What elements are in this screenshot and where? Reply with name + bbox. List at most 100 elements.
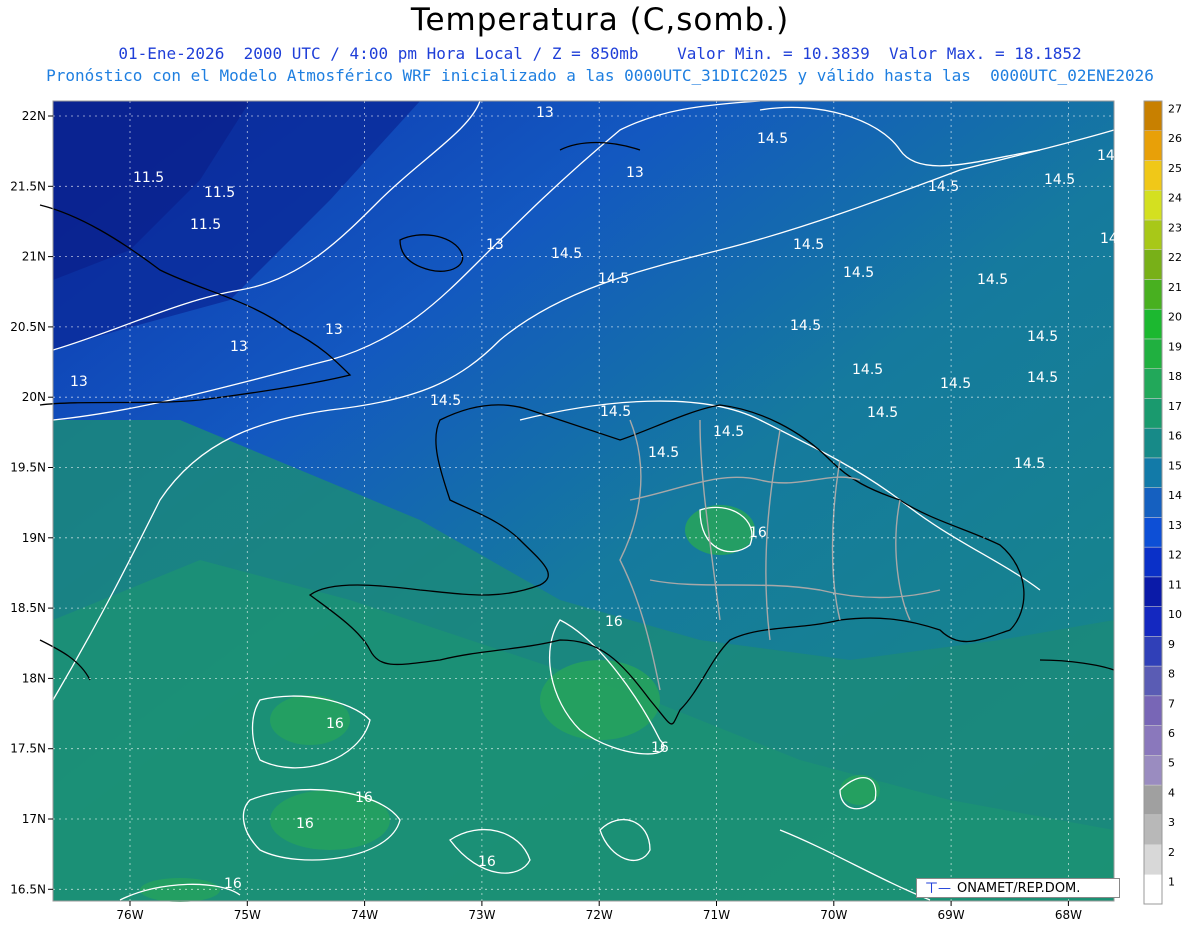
longitude-axis: 76W 75W 74W 73W 72W 71W 70W 69W 68W — [116, 901, 1082, 922]
colorbar-label: 5 — [1168, 757, 1175, 770]
latitude-axis: 22N 21.5N 21N 20.5N 20N 19.5N 19N 18.5N 18N 17.5N… — [10, 109, 53, 896]
lon-tick-label: 75W — [234, 908, 261, 922]
contour-label: 14.5 — [852, 362, 883, 378]
colorbar-label: 15 — [1168, 459, 1182, 472]
colorbar-cell — [1143, 665, 1163, 697]
colorbar-label: 18 — [1168, 370, 1182, 383]
warm-patch — [540, 660, 660, 740]
colorbar-cell — [1143, 219, 1163, 250]
colorbar-label: 24 — [1168, 192, 1182, 205]
colorbar-label: 9 — [1168, 638, 1175, 651]
colorbar-label: 12 — [1168, 549, 1182, 562]
contour-label: 13 — [230, 339, 248, 355]
lon-tick-label: 69W — [938, 908, 965, 922]
contour-label: 14.5 — [600, 404, 631, 420]
colorbar-cell — [1143, 636, 1163, 667]
contour-label: 11.5 — [204, 185, 235, 201]
lat-tick-label: 19N — [22, 531, 46, 545]
colorbar-label: 25 — [1168, 162, 1182, 175]
colorbar-cell — [1143, 189, 1163, 221]
contour-label: 14.5 — [867, 405, 898, 421]
contour-label: 13 — [70, 374, 88, 390]
contour-label: 14.5 — [598, 271, 629, 287]
colorbar-label: 7 — [1168, 697, 1175, 710]
colorbar-cell — [1143, 130, 1163, 161]
colorbar-cell — [1143, 725, 1163, 756]
colorbar-label: 20 — [1168, 311, 1182, 324]
contour-label: 14.5 — [757, 131, 788, 147]
colorbar-label: 27 — [1168, 102, 1182, 115]
lon-tick-label: 68W — [1055, 908, 1082, 922]
colorbar-label: 11 — [1168, 578, 1182, 591]
colorbar-label: 1 — [1168, 876, 1175, 889]
warm-patch — [685, 505, 755, 555]
lat-tick-label: 21.5N — [10, 179, 46, 193]
colorbar-label: 26 — [1168, 132, 1182, 145]
contour-label: 16 — [326, 716, 344, 732]
credit-box: ㄒ— ONAMET/REP.DOM. — [916, 878, 1120, 898]
lon-tick-label: 76W — [116, 908, 143, 922]
colorbar-cell — [1143, 546, 1163, 578]
contour-label: 14.5 — [648, 445, 679, 461]
colorbar-label: 2 — [1168, 846, 1175, 859]
colorbar-cell — [1143, 249, 1163, 280]
colorbar-cell — [1143, 874, 1163, 905]
contour-label: 16 — [749, 525, 767, 541]
colorbar-label: 21 — [1168, 281, 1182, 294]
lon-tick-label: 74W — [351, 908, 378, 922]
contour-label: 14.5 — [1027, 329, 1058, 345]
contour-label: 16 — [478, 854, 496, 870]
colorbar-label: 4 — [1168, 786, 1175, 799]
colorbar-label: 22 — [1168, 251, 1182, 264]
lat-tick-label: 21N — [22, 250, 46, 264]
colorbar-cell — [1143, 814, 1163, 845]
colorbar-cell — [1143, 398, 1163, 429]
colorbar-cell — [1143, 308, 1163, 340]
lon-tick-label: 70W — [820, 908, 847, 922]
colorbar-cell — [1143, 338, 1163, 369]
lat-tick-label: 20.5N — [10, 320, 46, 334]
colorbar-label: 17 — [1168, 400, 1182, 413]
contour-label: 14.5 — [793, 237, 824, 253]
contour-label: 11.5 — [190, 217, 221, 233]
contour-label: 16 — [651, 740, 669, 756]
colorbar-label: 16 — [1168, 430, 1182, 443]
colorbar-label: 13 — [1168, 519, 1182, 532]
colorbar-label: 6 — [1168, 727, 1175, 740]
onamet-logo-icon: ㄒ— — [925, 881, 952, 896]
contour-label: 14.5 — [1044, 172, 1075, 188]
colorbar-cell — [1143, 784, 1163, 816]
lon-tick-label: 72W — [586, 908, 613, 922]
lat-tick-label: 17N — [22, 812, 46, 826]
colorbar-cell — [1143, 755, 1163, 786]
colorbar-cell — [1143, 606, 1163, 637]
contour-label: 13 — [325, 322, 343, 338]
temperature-map: 22N 21.5N 21N 20.5N 20N 19.5N 19N 18.5N 18N 17.5N… — [10, 100, 1182, 922]
colorbar-label: 3 — [1168, 816, 1175, 829]
lat-tick-label: 22N — [22, 109, 46, 123]
colorbar-cell — [1143, 279, 1163, 310]
contour-label: 11.5 — [133, 170, 164, 186]
colorbar-label: 19 — [1168, 340, 1182, 353]
colorbar-cell — [1143, 457, 1163, 488]
colorbar-cell — [1143, 844, 1163, 875]
colorbar-cell — [1143, 427, 1163, 459]
colorbar-label: 10 — [1168, 608, 1182, 621]
colorbar-label: 23 — [1168, 221, 1182, 234]
contour-label: 14.5 — [430, 393, 461, 409]
lat-tick-label: 17.5N — [10, 742, 46, 756]
contour-label: 14.5 — [1097, 148, 1128, 164]
colorbar-cell — [1143, 368, 1163, 399]
colorbar-label: 14 — [1168, 489, 1182, 502]
colorbar-label: 8 — [1168, 668, 1175, 681]
colorbar-cell — [1143, 576, 1163, 607]
contour-label: 16 — [224, 876, 242, 892]
contour-label: 14.5 — [977, 272, 1008, 288]
contour-label: 16 — [355, 790, 373, 806]
contour-label: 14.5 — [843, 265, 874, 281]
contour-label: 14.5 — [1027, 370, 1058, 386]
contour-label: 14.5 — [928, 179, 959, 195]
lat-tick-label: 19.5N — [10, 461, 46, 475]
lon-tick-label: 71W — [703, 908, 730, 922]
contour-label: 14.5 — [713, 424, 744, 440]
